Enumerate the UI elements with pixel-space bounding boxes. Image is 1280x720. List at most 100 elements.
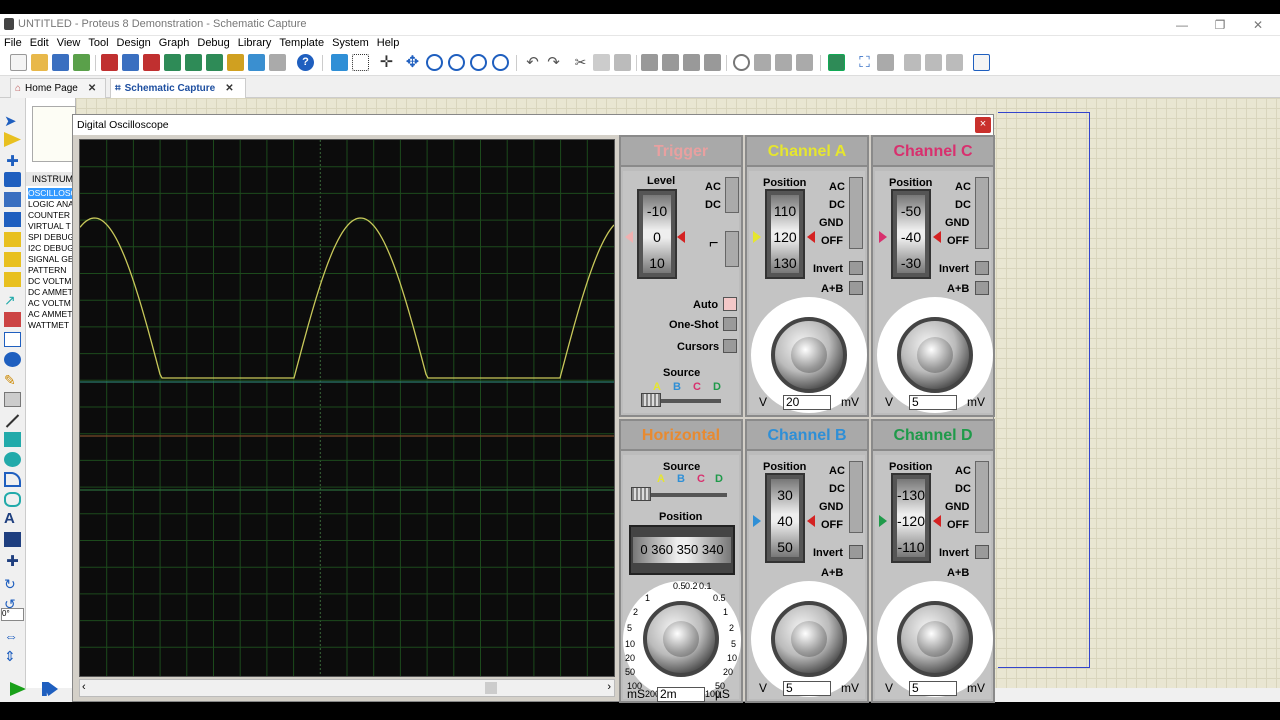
arc-icon[interactable] <box>4 472 21 487</box>
selection-mode-icon[interactable]: ➤ <box>4 112 21 130</box>
list-item[interactable]: SPI DEBUG <box>28 232 76 243</box>
channel-b-position-drum[interactable]: 30 40 50 <box>765 473 805 563</box>
screen-scrollbar[interactable]: ‹ › <box>79 679 615 697</box>
channel-a-coupling-switch[interactable] <box>849 177 863 249</box>
channel-c-position-drum[interactable]: -50 -40 -30 <box>891 189 931 279</box>
channel-d-position-drum[interactable]: -130 -120 -110 <box>891 473 931 563</box>
hposition-drum[interactable]: 0 360 350 340 <box>629 525 735 575</box>
channel-c-coupling-switch[interactable] <box>975 177 989 249</box>
menu-edit[interactable]: Edit <box>26 36 53 50</box>
menu-design[interactable]: Design <box>113 36 155 50</box>
wire-autorouter-icon[interactable] <box>828 54 845 71</box>
channel-d-coupling-switch[interactable] <box>975 461 989 533</box>
remove-sheet-icon[interactable] <box>925 54 942 71</box>
search-icon[interactable]: ⛶ <box>856 54 873 71</box>
virtual-instruments-icon[interactable] <box>4 392 21 407</box>
junction-dot-icon[interactable]: ✚ <box>4 152 21 170</box>
refresh-icon[interactable] <box>331 54 348 71</box>
isis-icon[interactable] <box>101 54 118 71</box>
zoom-in-icon[interactable] <box>426 54 443 71</box>
list-item[interactable]: DC VOLTM <box>28 276 76 287</box>
new-sheet-icon[interactable] <box>904 54 921 71</box>
list-item[interactable]: OSCILLOSC <box>28 188 76 199</box>
list-item[interactable]: DC AMMET <box>28 287 76 298</box>
copy-icon[interactable] <box>593 54 610 71</box>
list-item[interactable]: LOGIC ANA <box>28 199 76 210</box>
pan-icon[interactable]: ✥ <box>404 54 421 71</box>
text-icon[interactable]: A <box>4 510 21 527</box>
menu-system[interactable]: System <box>328 36 373 50</box>
notes-icon[interactable] <box>269 54 286 71</box>
zoom-out-icon[interactable] <box>448 54 465 71</box>
channel-b-value[interactable]: 5 <box>783 681 831 696</box>
menu-help[interactable]: Help <box>373 36 404 50</box>
save-icon[interactable] <box>52 54 69 71</box>
menu-graph[interactable]: Graph <box>155 36 194 50</box>
current-probe-icon[interactable]: ✎ <box>4 372 21 388</box>
channel-a-invert-toggle[interactable] <box>849 261 863 275</box>
origin-icon[interactable]: ✛ <box>378 54 395 71</box>
menu-debug[interactable]: Debug <box>193 36 233 50</box>
channel-a-ab-toggle[interactable] <box>849 281 863 295</box>
slider-thumb[interactable] <box>631 487 651 501</box>
cut-icon[interactable]: ✂ <box>572 54 589 71</box>
open-folder-icon[interactable] <box>31 54 48 71</box>
graph-mode-icon[interactable]: ↗ <box>4 292 21 308</box>
pick-device-icon[interactable] <box>733 54 750 71</box>
marker-icon[interactable]: ✚ <box>4 552 21 570</box>
mirror-y-icon[interactable]: ⇕ <box>4 648 21 664</box>
slider-thumb[interactable] <box>641 393 661 407</box>
block-delete-icon[interactable] <box>704 54 721 71</box>
chip-icon[interactable] <box>143 54 160 71</box>
3d-view-icon[interactable] <box>185 54 202 71</box>
oneshot-toggle[interactable] <box>723 317 737 331</box>
minimize-button[interactable]: — <box>1168 16 1196 34</box>
channel-c-volts-knob[interactable] <box>897 317 973 393</box>
block-move-icon[interactable] <box>662 54 679 71</box>
pcb-icon[interactable] <box>248 54 265 71</box>
scroll-thumb[interactable] <box>485 682 497 694</box>
new-file-icon[interactable] <box>10 54 27 71</box>
timebase-knob[interactable] <box>643 601 719 677</box>
channel-a-position-drum[interactable]: 110 120 130 <box>765 189 805 279</box>
property-tool-icon[interactable] <box>877 54 894 71</box>
import-icon[interactable] <box>73 54 90 71</box>
trigger-level-drum[interactable]: -10 0 10 <box>637 189 677 279</box>
channel-b-volts-knob[interactable] <box>771 601 847 677</box>
list-item[interactable]: COUNTER <box>28 210 76 221</box>
list-item[interactable]: AC VOLTM <box>28 298 76 309</box>
close-window-button[interactable]: ✕ <box>1244 16 1272 34</box>
package-tool-icon[interactable] <box>775 54 792 71</box>
cursors-toggle[interactable] <box>723 339 737 353</box>
exit-to-parent-icon[interactable] <box>946 54 963 71</box>
menu-tool[interactable]: Tool <box>84 36 112 50</box>
channel-b-coupling-switch[interactable] <box>849 461 863 533</box>
bom-icon[interactable] <box>206 54 223 71</box>
back-icon[interactable] <box>164 54 181 71</box>
wire-label-icon[interactable] <box>4 172 21 187</box>
terminals-icon[interactable] <box>4 252 21 267</box>
edge-switch[interactable] <box>725 231 739 267</box>
angle-field[interactable]: 0° <box>1 608 24 621</box>
circle-icon[interactable] <box>4 452 21 467</box>
mirror-x-icon[interactable]: ⇔ <box>4 628 21 644</box>
voltage-probe-icon[interactable] <box>4 352 21 367</box>
paste-icon[interactable] <box>614 54 631 71</box>
channel-d-volts-knob[interactable] <box>897 601 973 677</box>
grid-icon[interactable] <box>352 54 369 71</box>
channel-d-value[interactable]: 5 <box>909 681 957 696</box>
line-icon[interactable] <box>5 414 20 428</box>
coupling-switch[interactable] <box>725 177 739 213</box>
channel-c-ab-toggle[interactable] <box>975 281 989 295</box>
channel-d-invert-toggle[interactable] <box>975 545 989 559</box>
device-pins-icon[interactable] <box>4 272 21 287</box>
channel-a-volts-knob[interactable] <box>771 317 847 393</box>
dollar-icon[interactable] <box>227 54 244 71</box>
make-device-icon[interactable] <box>754 54 771 71</box>
zoom-all-icon[interactable] <box>470 54 487 71</box>
channel-b-invert-toggle[interactable] <box>849 545 863 559</box>
menu-view[interactable]: View <box>53 36 85 50</box>
path-icon[interactable] <box>4 492 21 507</box>
auto-toggle[interactable] <box>723 297 737 311</box>
list-item[interactable]: WATTMET <box>28 320 76 331</box>
